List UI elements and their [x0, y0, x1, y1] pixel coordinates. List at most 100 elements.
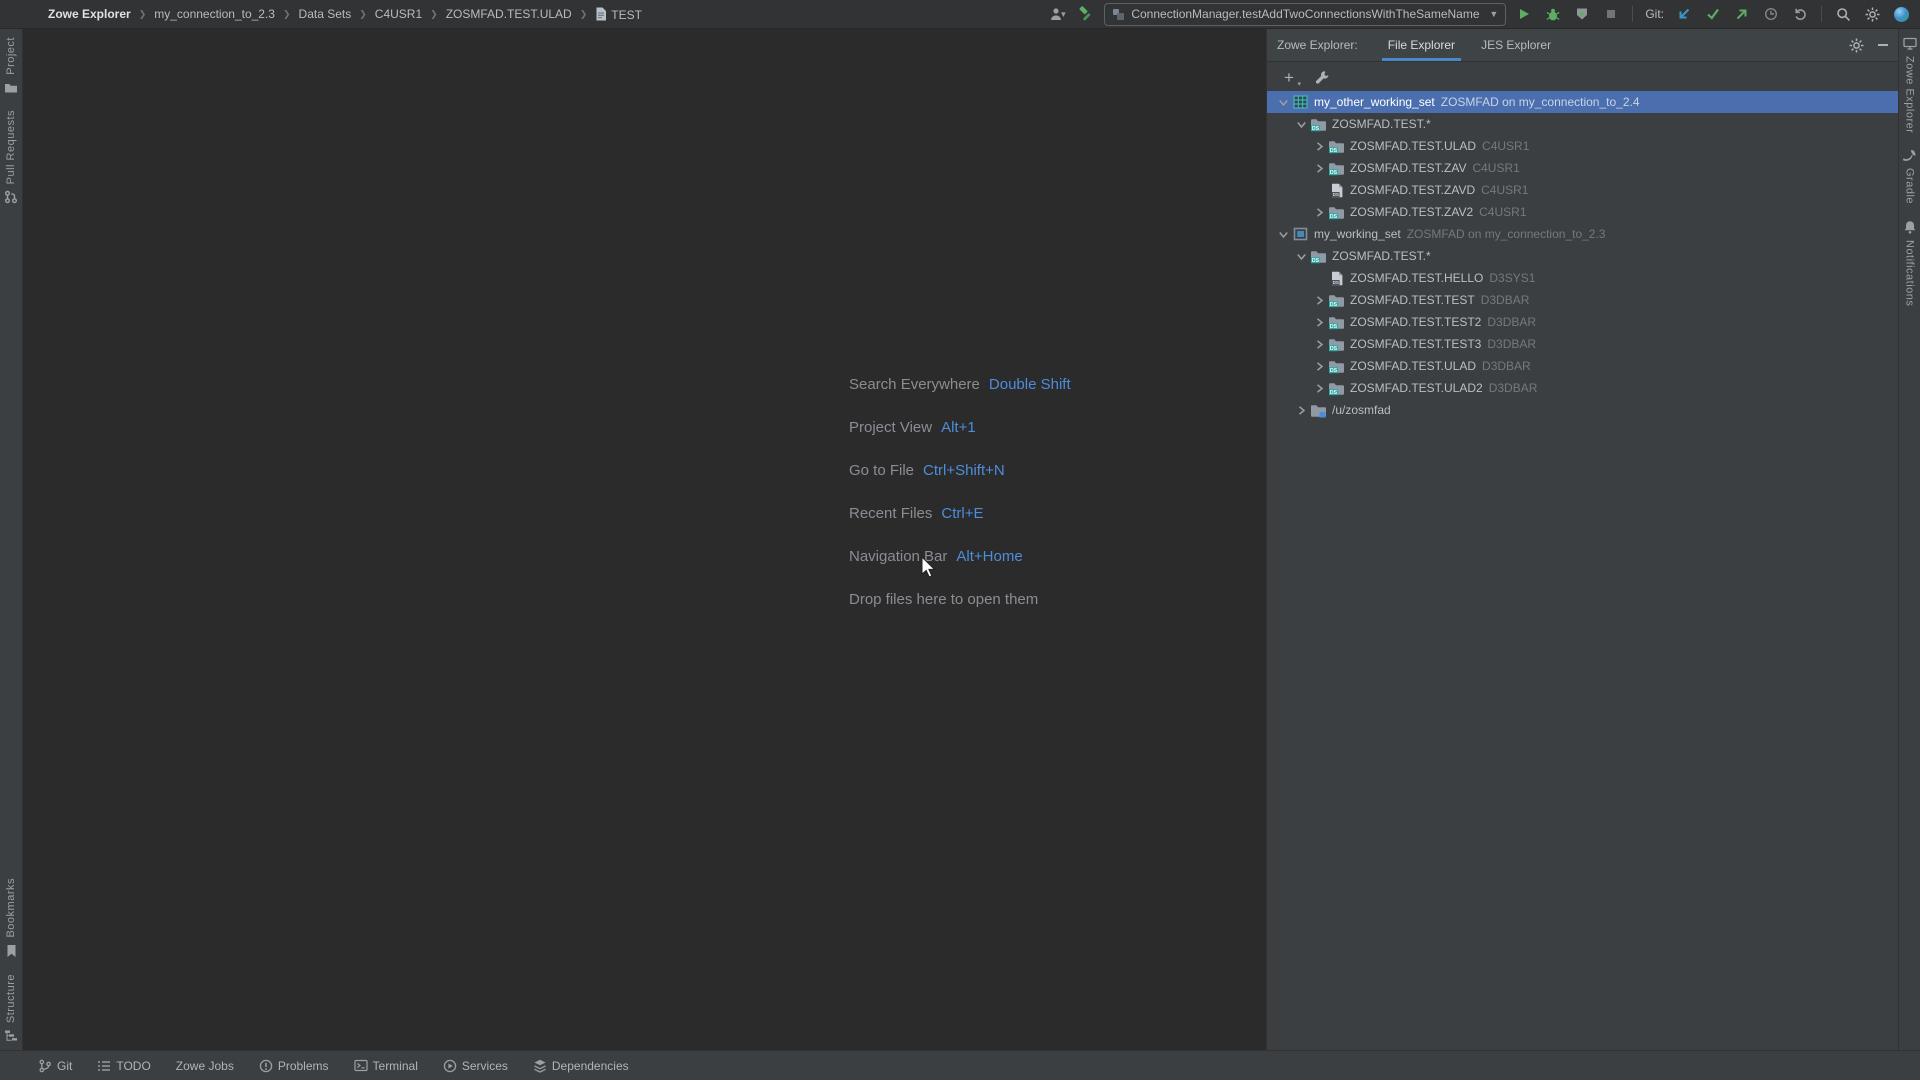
tree-row[interactable]: DSZOSMFAD.TEST.TEST2D3DBAR: [1267, 311, 1900, 333]
tree-row[interactable]: DSZOSMFAD.TEST.HELLOD3SYS1: [1267, 267, 1900, 289]
tree-node-label: ZOSMFAD.TEST.ULAD: [1350, 359, 1476, 373]
chevron-right-icon[interactable]: [1311, 160, 1327, 176]
breadcrumb-item[interactable]: Data Sets: [299, 7, 352, 21]
tool-stripe-label: Structure: [5, 974, 17, 1023]
history-button[interactable]: [1760, 3, 1782, 25]
run-with-coverage-button[interactable]: [1571, 3, 1593, 25]
user-dropdown-button[interactable]: ▾: [1046, 3, 1068, 25]
uss-folder-icon: [1309, 403, 1328, 418]
tree-node-label: ZOSMFAD.TEST.TEST2: [1350, 315, 1481, 329]
breadcrumb-item[interactable]: my_connection_to_2.3: [154, 7, 275, 21]
push-button[interactable]: [1731, 3, 1753, 25]
breadcrumb-item[interactable]: Zowe Explorer: [48, 7, 131, 21]
actions-button[interactable]: [1315, 70, 1329, 84]
tree-row[interactable]: DSZOSMFAD.TEST.ULAD2D3DBAR: [1267, 377, 1900, 399]
tab-jes-explorer[interactable]: JES Explorer: [1475, 29, 1557, 61]
run-configuration-select[interactable]: ConnectionManager.testAddTwoConnectionsW…: [1104, 3, 1506, 26]
tool-window-hide-icon[interactable]: [1878, 44, 1888, 46]
tool-window-settings-gear-icon[interactable]: [1849, 38, 1864, 53]
check-icon: [1706, 7, 1720, 21]
tree-chevron-placeholder: [1311, 270, 1327, 286]
statusbar-item-zowe-jobs[interactable]: Zowe Jobs: [176, 1059, 234, 1073]
chevron-right-icon[interactable]: [1311, 138, 1327, 154]
svg-text:DS: DS: [1330, 346, 1338, 352]
dataset-folder-icon: DS: [1327, 315, 1346, 330]
chevron-right-icon[interactable]: [1311, 358, 1327, 374]
chevron-down-icon[interactable]: [1275, 226, 1291, 242]
chevron-down-icon[interactable]: [1293, 116, 1309, 132]
tool-stripe-button-structure[interactable]: Structure: [4, 966, 18, 1050]
status-bar: Git TODO Zowe Jobs Problems Terminal Services…: [0, 1050, 1920, 1080]
tool-stripe-button-project[interactable]: Project: [4, 29, 18, 102]
run-button[interactable]: [1513, 3, 1535, 25]
tool-stripe-button-zowe-explorer[interactable]: Zowe Explorer: [1903, 29, 1917, 141]
tree-row[interactable]: my_other_working_setZOSMFAD on my_connec…: [1267, 91, 1900, 113]
tree-node-label: my_other_working_set: [1314, 95, 1435, 109]
tree-chevron-placeholder: [1311, 182, 1327, 198]
tool-window-title: Zowe Explorer:: [1277, 38, 1358, 52]
update-project-button[interactable]: [1673, 3, 1695, 25]
chevron-down-icon[interactable]: [1293, 248, 1309, 264]
svg-text:DS: DS: [1330, 368, 1338, 374]
right-tool-stripe: Zowe ExplorerGradleNotifications: [1898, 29, 1920, 1050]
chevron-right-icon[interactable]: [1311, 204, 1327, 220]
breadcrumb-separator: ❯: [359, 9, 367, 20]
add-profile-button[interactable]: +▾: [1282, 69, 1296, 86]
tree-row[interactable]: DSZOSMFAD.TEST.*: [1267, 245, 1900, 267]
main-toolbar: ▾ ConnectionManager.testAddTwoConnections…: [1046, 0, 1912, 28]
clock-icon: [1764, 7, 1778, 21]
statusbar-item-git[interactable]: Git: [38, 1059, 72, 1073]
statusbar-item-terminal[interactable]: Terminal: [354, 1059, 418, 1073]
tool-stripe-button-pull-requests[interactable]: Pull Requests: [4, 102, 18, 212]
tree-row[interactable]: DSZOSMFAD.TEST.TEST3D3DBAR: [1267, 333, 1900, 355]
breadcrumb-item[interactable]: TEST: [595, 7, 642, 22]
svg-text:DS: DS: [1330, 390, 1338, 396]
tree-row[interactable]: DSZOSMFAD.TEST.ZAV2C4USR1: [1267, 201, 1900, 223]
debug-button[interactable]: [1542, 3, 1564, 25]
chevron-right-icon[interactable]: [1311, 292, 1327, 308]
statusbar-item-problems[interactable]: Problems: [259, 1059, 329, 1073]
breadcrumb-item[interactable]: ZOSMFAD.TEST.ULAD: [446, 7, 572, 21]
settings-button[interactable]: [1861, 3, 1883, 25]
chevron-down-icon[interactable]: [1275, 94, 1291, 110]
problems-icon: [259, 1059, 273, 1073]
tool-stripe-button-bookmarks[interactable]: Bookmarks: [5, 870, 18, 966]
ide-status-button[interactable]: [1890, 3, 1912, 25]
statusbar-item-label: Git: [57, 1059, 72, 1073]
statusbar-item-dependencies[interactable]: Dependencies: [533, 1059, 629, 1073]
tree-row[interactable]: DSZOSMFAD.TEST.TESTD3DBAR: [1267, 289, 1900, 311]
breadcrumb-item[interactable]: C4USR1: [375, 7, 422, 21]
statusbar-item-todo[interactable]: TODO: [97, 1059, 150, 1073]
tree-row[interactable]: DSZOSMFAD.TEST.ULADD3DBAR: [1267, 355, 1900, 377]
breadcrumb-separator: ❯: [580, 9, 588, 20]
tree-row[interactable]: DSZOSMFAD.TEST.ZAVDC4USR1: [1267, 179, 1900, 201]
rollback-button[interactable]: [1789, 3, 1811, 25]
undo-icon: [1793, 7, 1807, 21]
chevron-right-icon[interactable]: [1311, 380, 1327, 396]
tool-window-header: Zowe Explorer: File Explorer JES Explorer: [1267, 29, 1900, 62]
chevron-right-icon[interactable]: [1311, 336, 1327, 352]
tree-node-label: ZOSMFAD.TEST.TEST3: [1350, 337, 1481, 351]
commit-button[interactable]: [1702, 3, 1724, 25]
tree-row[interactable]: DSZOSMFAD.TEST.ZAVC4USR1: [1267, 157, 1900, 179]
search-everywhere-button[interactable]: [1832, 3, 1854, 25]
stop-button[interactable]: [1600, 3, 1622, 25]
file-icon: [595, 7, 607, 21]
git-branch-icon: [38, 1059, 52, 1073]
tree-row[interactable]: my_working_setZOSMFAD on my_connection_t…: [1267, 223, 1900, 245]
chevron-right-icon[interactable]: [1311, 314, 1327, 330]
navigation-bar: Zowe Explorer ❯ my_connection_to_2.3 ❯ Data …: [0, 0, 1920, 29]
tree-row[interactable]: /u/zosmfad: [1267, 399, 1900, 421]
tree-row[interactable]: DSZOSMFAD.TEST.*: [1267, 113, 1900, 135]
tool-window-toolbar: +▾: [1267, 62, 1900, 92]
tool-stripe-button-notifications[interactable]: Notifications: [1903, 212, 1917, 314]
tab-file-explorer[interactable]: File Explorer: [1382, 29, 1461, 61]
chevron-right-icon[interactable]: [1293, 402, 1309, 418]
tree-row[interactable]: DSZOSMFAD.TEST.ULADC4USR1: [1267, 135, 1900, 157]
statusbar-item-label: Terminal: [373, 1059, 418, 1073]
play-icon: [1517, 7, 1531, 21]
statusbar-item-services[interactable]: Services: [443, 1059, 508, 1073]
todo-icon: [97, 1060, 111, 1072]
build-button[interactable]: [1075, 3, 1097, 25]
tool-stripe-button-gradle[interactable]: Gradle: [1902, 141, 1917, 212]
